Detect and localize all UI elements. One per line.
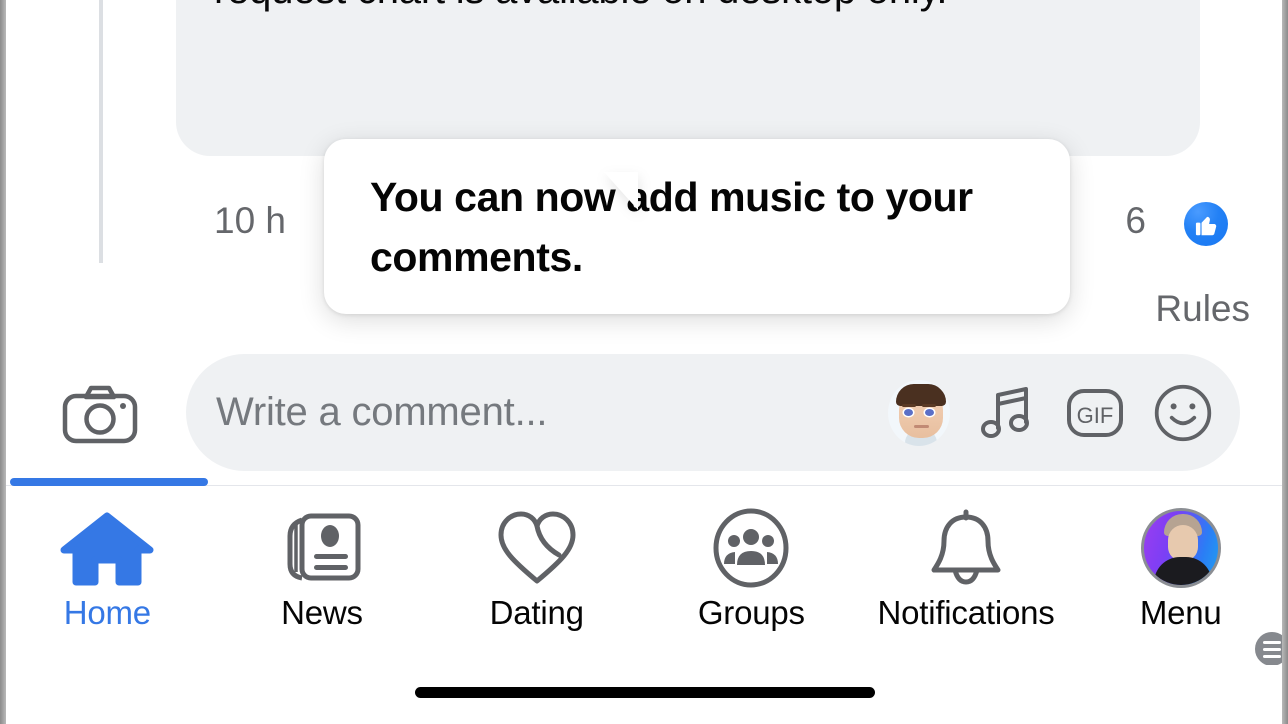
comment-body-text: Android, and desktop platforms. The memb… xyxy=(214,0,1114,20)
tab-groups[interactable]: Groups xyxy=(644,486,859,666)
tab-news[interactable]: News xyxy=(215,486,430,666)
avatar-memoji-icon[interactable] xyxy=(888,379,950,446)
phone-screen: Android, and desktop platforms. The memb… xyxy=(0,0,1288,724)
avatar xyxy=(1140,508,1221,588)
camera-icon[interactable] xyxy=(62,384,138,444)
bottom-tab-bar: Home News Dating Groups Notifications Me… xyxy=(0,478,1288,669)
tab-label-news: News xyxy=(281,594,363,631)
music-feature-tooltip[interactable]: You can now add music to your comments. xyxy=(324,139,1070,314)
comment-bubble[interactable]: Android, and desktop platforms. The memb… xyxy=(176,0,1200,156)
dating-heart-icon xyxy=(493,510,581,586)
tab-label-menu: Menu xyxy=(1139,594,1222,631)
active-tab-indicator xyxy=(10,478,208,486)
comment-input[interactable]: Write a comment... GIF xyxy=(186,354,1240,471)
tab-label-groups: Groups xyxy=(697,594,805,631)
gif-icon[interactable]: GIF xyxy=(1064,382,1126,444)
tab-label-dating: Dating xyxy=(489,594,584,631)
home-icon xyxy=(60,510,154,586)
reply-indent-line xyxy=(99,0,103,263)
svg-text:GIF: GIF xyxy=(1077,403,1114,428)
groups-icon xyxy=(709,508,793,588)
thumbs-up-icon[interactable] xyxy=(1184,202,1228,246)
tab-label-notifications: Notifications xyxy=(877,594,1055,631)
sticker-smiley-icon[interactable] xyxy=(1152,382,1214,444)
tooltip-pointer xyxy=(604,172,638,210)
device-frame-left-edge xyxy=(0,0,6,724)
home-indicator-bar[interactable] xyxy=(415,687,875,698)
music-note-icon[interactable] xyxy=(976,382,1038,444)
device-frame-right-edge xyxy=(1282,0,1288,724)
tab-label-home: Home xyxy=(63,594,151,631)
comment-timestamp[interactable]: 10 h xyxy=(214,190,286,252)
tab-menu[interactable]: Menu xyxy=(1073,486,1288,669)
home-indicator-area xyxy=(0,665,1288,724)
tooltip-text: You can now add music to your comments. xyxy=(370,174,973,280)
rules-link[interactable]: Rules xyxy=(1155,286,1250,332)
comment-input-placeholder: Write a comment... xyxy=(216,390,548,434)
tab-dating[interactable]: Dating xyxy=(429,486,644,666)
tab-home[interactable]: Home xyxy=(0,486,215,666)
profile-avatar-menu-icon xyxy=(1140,508,1288,669)
like-count-label[interactable]: 6 xyxy=(1125,190,1146,252)
newspaper-icon xyxy=(280,510,364,586)
bell-icon xyxy=(925,509,1007,586)
composer-icon-row: GIF xyxy=(888,354,1214,471)
tab-notifications[interactable]: Notifications xyxy=(859,486,1074,666)
